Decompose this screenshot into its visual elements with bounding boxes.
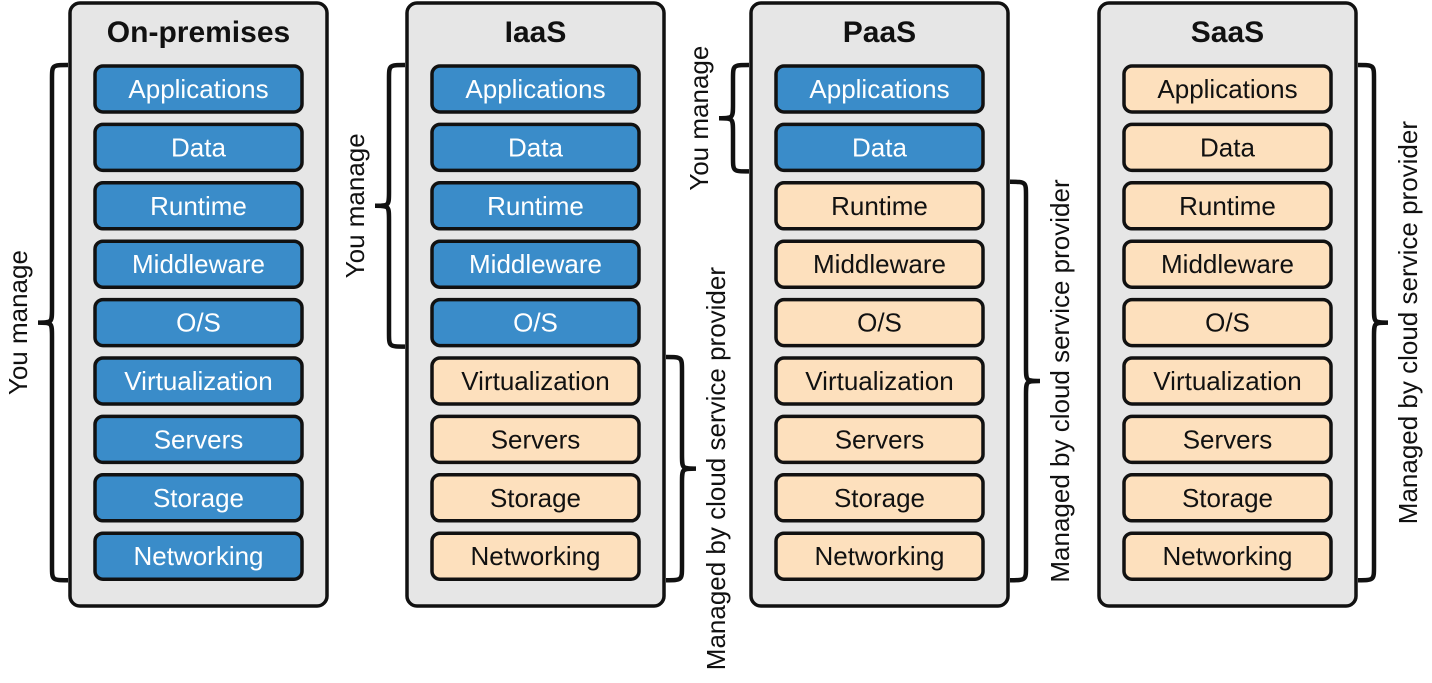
layer-runtime: Runtime	[1122, 181, 1333, 231]
layer-label: Applications	[128, 74, 268, 104]
layer-label: Middleware	[469, 249, 602, 279]
layer-label: Middleware	[1161, 249, 1294, 279]
layer-servers: Servers	[774, 414, 985, 465]
layer-networking: Networking	[774, 531, 985, 581]
layer-label: Servers	[835, 424, 925, 454]
layer-label: Servers	[491, 424, 581, 454]
layer-virtualization: Virtualization	[774, 356, 985, 406]
layer-label: Networking	[133, 541, 263, 571]
layer-label: Networking	[814, 541, 944, 571]
layer-label: Runtime	[1179, 191, 1276, 221]
layer-applications: Applications	[774, 64, 985, 114]
brace-you-manage: You manage	[340, 62, 406, 349]
layer-label: Middleware	[813, 249, 946, 279]
layer-o-s: O/S	[774, 297, 985, 348]
layer-label: Virtualization	[805, 366, 953, 396]
curly-brace-icon	[1357, 62, 1389, 583]
layer-label: Data	[1200, 132, 1255, 162]
layer-label: Data	[508, 132, 563, 162]
layer-label: Runtime	[150, 191, 247, 221]
layer-label: Networking	[1162, 541, 1292, 571]
curly-brace-icon	[718, 62, 750, 174]
brace-provider-managed: Managed by cloud service provider	[1357, 62, 1423, 583]
layer-servers: Servers	[93, 414, 304, 465]
layer-label: Storage	[490, 483, 581, 513]
layer-label: Applications	[1157, 74, 1297, 104]
layer-virtualization: Virtualization	[93, 356, 304, 406]
layer-applications: Applications	[1122, 64, 1333, 114]
curly-brace-icon	[1009, 179, 1041, 583]
layer-o-s: O/S	[93, 297, 304, 348]
layer-storage: Storage	[93, 473, 304, 523]
layer-o-s: O/S	[1122, 297, 1333, 348]
layer-storage: Storage	[1122, 473, 1333, 523]
layer-label: Virtualization	[1153, 366, 1301, 396]
layer-data: Data	[774, 122, 985, 173]
layer-label: Storage	[153, 483, 244, 513]
layer-middleware: Middleware	[93, 239, 304, 289]
column-title: IaaS	[505, 16, 567, 49]
layer-middleware: Middleware	[1122, 239, 1333, 289]
layer-middleware: Middleware	[774, 239, 985, 289]
brace-label: Managed by cloud service provider	[1045, 179, 1075, 583]
layer-label: Middleware	[132, 249, 265, 279]
layer-runtime: Runtime	[93, 181, 304, 231]
curly-brace-icon	[374, 62, 406, 349]
column-title: PaaS	[843, 16, 916, 49]
layer-label: Storage	[834, 483, 925, 513]
layer-label: Storage	[1182, 483, 1273, 513]
layer-data: Data	[93, 122, 304, 173]
layer-networking: Networking	[430, 531, 641, 581]
layer-label: Virtualization	[461, 366, 609, 396]
layer-label: Data	[852, 132, 907, 162]
layer-servers: Servers	[1122, 414, 1333, 465]
brace-label: Managed by cloud service provider	[701, 267, 731, 671]
cloud-service-models-diagram: On-premises Applications Data Runtime Middle…	[3, 1, 1423, 671]
column-saas: SaaS Applications Data Runtime Middleware O/S…	[1097, 1, 1358, 608]
layer-networking: Networking	[1122, 531, 1333, 581]
layer-virtualization: Virtualization	[430, 356, 641, 406]
brace-provider-managed: Managed by cloud service provider	[1009, 179, 1075, 583]
layer-label: O/S	[513, 308, 558, 338]
brace-label: You manage	[684, 46, 714, 191]
column-paas: PaaS Applications Data Runtime Middleware O/S…	[749, 1, 1010, 608]
layer-runtime: Runtime	[774, 181, 985, 231]
brace-label: Managed by cloud service provider	[1393, 121, 1423, 525]
layer-label: Runtime	[831, 191, 928, 221]
column-iaas: IaaS Applications Data Runtime Middleware O/S…	[405, 1, 666, 608]
layer-applications: Applications	[93, 64, 304, 114]
layer-label: Servers	[154, 424, 244, 454]
column-title: SaaS	[1191, 16, 1264, 49]
layer-label: O/S	[857, 308, 902, 338]
layer-virtualization: Virtualization	[1122, 356, 1333, 406]
layer-servers: Servers	[430, 414, 641, 465]
layer-label: Applications	[465, 74, 605, 104]
brace-provider-managed: Managed by cloud service provider	[665, 267, 731, 671]
layer-label: Runtime	[487, 191, 584, 221]
brace-label: You manage	[340, 133, 370, 278]
curly-brace-icon	[665, 354, 697, 583]
layer-label: Networking	[470, 541, 600, 571]
layer-runtime: Runtime	[430, 181, 641, 231]
layer-applications: Applications	[430, 64, 641, 114]
layer-label: Servers	[1183, 424, 1273, 454]
layer-label: O/S	[1205, 308, 1250, 338]
column-title: On-premises	[107, 16, 290, 49]
layer-label: Applications	[809, 74, 949, 104]
brace-you-manage: You manage	[684, 46, 750, 191]
brace-label: You manage	[3, 250, 33, 395]
layer-networking: Networking	[93, 531, 304, 581]
brace-you-manage: You manage	[3, 62, 69, 583]
layer-data: Data	[1122, 122, 1333, 173]
layer-label: Virtualization	[124, 366, 272, 396]
layer-storage: Storage	[430, 473, 641, 523]
layer-middleware: Middleware	[430, 239, 641, 289]
column-on-premises: On-premises Applications Data Runtime Middle…	[68, 1, 329, 608]
layer-label: Data	[171, 132, 226, 162]
layer-label: O/S	[176, 308, 221, 338]
curly-brace-icon	[37, 62, 69, 583]
layer-data: Data	[430, 122, 641, 173]
layer-storage: Storage	[774, 473, 985, 523]
layer-o-s: O/S	[430, 297, 641, 348]
